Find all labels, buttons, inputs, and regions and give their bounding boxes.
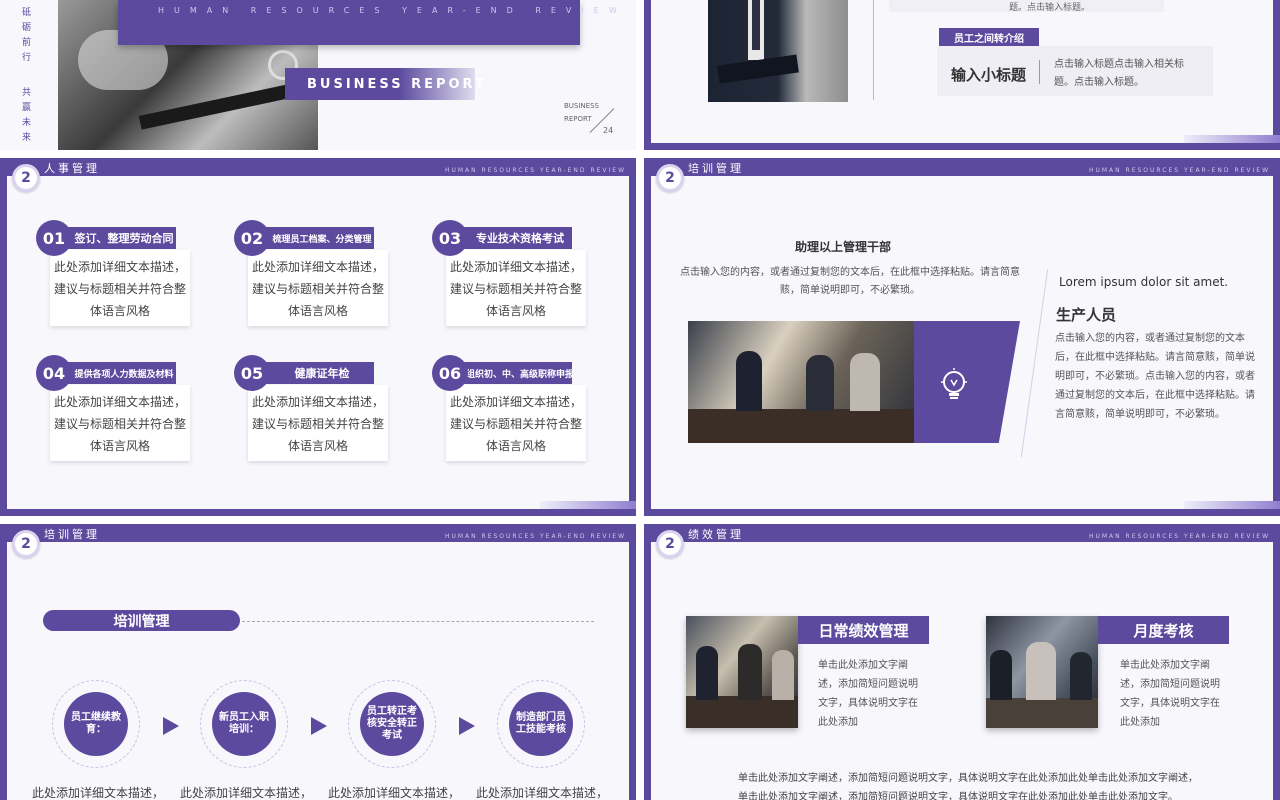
card1-photo — [686, 616, 798, 728]
subtitle-divider — [1039, 60, 1040, 84]
section-title: 人事管理 — [44, 162, 100, 175]
item-number: 02 — [234, 220, 270, 256]
business-report-label: BUSINESS REPORT — [307, 76, 487, 92]
card2-title: 月度考核 — [1098, 616, 1229, 644]
item-number: 06 — [432, 355, 468, 391]
section-number-badge: 2 — [656, 530, 684, 558]
item-label: 组织初、中、高级职称申报 — [454, 362, 572, 384]
section-subtitle: HUMAN RESOURCES YEAR-END REVIEW — [444, 167, 626, 174]
step-desc-4: 此处添加详细文本描述， — [476, 786, 609, 800]
item-text: 此处添加详细文本描述，建议与标题相关并符合整体语言风格 — [50, 250, 190, 326]
item-number: 03 — [432, 220, 468, 256]
slide-frame-left — [0, 524, 7, 800]
bottom-line-1: 单击此处添加文字阐述，添加简短问题说明文字，具体说明文字在此处添加此处单击此处添… — [738, 773, 1198, 784]
item-text: 此处添加详细文本描述，建议与标题相关并符合整体语言风格 — [248, 385, 388, 461]
item-number: 04 — [36, 355, 72, 391]
item-label: 签订、整理劳动合同 — [58, 227, 176, 249]
vertical-divider — [873, 0, 874, 100]
slide-referral[interactable]: 题。点击输入标题。 员工之间转介绍 输入小标题 点击输入标题点击输入相关标题。点… — [644, 0, 1280, 150]
corner-gradient — [1184, 135, 1280, 143]
right-desc: 点击输入您的内容，或者通过复制您的文本后，在此框中选择粘贴。请言简意赅，简单说明… — [1055, 333, 1255, 420]
step-desc-2: 此处添加详细文本描述， — [180, 786, 313, 800]
section-number-badge: 2 — [12, 164, 40, 192]
section-title: 绩效管理 — [688, 528, 744, 541]
step-label: 员工转正考核安全转正考试 — [360, 692, 424, 756]
step-circle-4: 制造部门员工技能考核 — [497, 680, 585, 768]
slide-frame-right — [629, 524, 636, 800]
item-text: 此处添加详细文本描述，建议与标题相关并符合整体语言风格 — [446, 250, 586, 326]
referral-tag: 员工之间转介绍 — [939, 28, 1039, 46]
slide-frame-right — [1273, 0, 1280, 150]
businessman-photo — [708, 0, 848, 102]
slide-performance[interactable]: 2 绩效管理 HUMAN RESOURCES YEAR-END REVIEW 日… — [644, 524, 1280, 800]
right-title: 生产人员 — [1056, 306, 1117, 324]
corner-label-2: REPORT — [564, 115, 592, 123]
vertical-slogan-1: 砥砺前行 — [22, 8, 32, 63]
card2-desc: 单击此处添加文字阐述，添加简短问题说明文字，具体说明文字在此处添加 — [1120, 660, 1220, 728]
item-number: 05 — [234, 355, 270, 391]
item-text: 此处添加详细文本描述，建议与标题相关并符合整体语言风格 — [50, 385, 190, 461]
business-report-banner: BUSINESS REPORT — [285, 68, 484, 100]
step-desc-1: 此处添加详细文本描述， — [32, 786, 165, 800]
card1-desc: 单击此处添加文字阐述，添加简短问题说明文字，具体说明文字在此处添加 — [818, 660, 918, 728]
lightbulb-icon — [936, 366, 972, 402]
slide-training-management[interactable]: 2 培训管理 HUMAN RESOURCES YEAR-END REVIEW 助… — [644, 158, 1280, 516]
slide-frame-left — [644, 524, 651, 800]
slide-frame — [644, 0, 651, 150]
arrow-right-icon — [163, 717, 179, 735]
arrow-right-icon — [459, 717, 475, 735]
left-title: 助理以上管理干部 — [794, 240, 891, 254]
header-subtitle: HUMAN RESOURCES YEAR-END REVIEW — [158, 6, 627, 15]
step-desc-3: 此处添加详细文本描述， — [328, 786, 461, 800]
step-label: 员工继续教育： — [64, 692, 128, 756]
item-text: 此处添加详细文本描述，建议与标题相关并符合整体语言风格 — [248, 250, 388, 326]
step-label: 新员工入职培训： — [212, 692, 276, 756]
section-title: 培训管理 — [688, 162, 744, 175]
section-subtitle: HUMAN RESOURCES YEAR-END REVIEW — [1088, 533, 1270, 540]
corner-gradient — [1184, 501, 1280, 509]
slide-training-steps[interactable]: 2 培训管理 HUMAN RESOURCES YEAR-END REVIEW 培… — [0, 524, 636, 800]
meeting-photo — [688, 321, 914, 443]
left-desc: 点击输入您的内容，或者通过复制您的文本后，在此框中选择粘贴。请言简意赅，简单说明… — [680, 267, 1020, 296]
item-label: 提供各项人力数据及材料 — [58, 362, 176, 384]
item-label: 专业技术资格考试 — [454, 227, 572, 249]
section-title: 培训管理 — [44, 528, 100, 541]
item-text: 此处添加详细文本描述，建议与标题相关并符合整体语言风格 — [446, 385, 586, 461]
header-band: HUMAN RESOURCES YEAR-END REVIEW — [118, 0, 617, 45]
section-subtitle: HUMAN RESOURCES YEAR-END REVIEW — [1088, 167, 1270, 174]
referral-desc: 点击输入标题点击输入相关标题。点击输入标题。 — [1054, 59, 1184, 88]
slide-frame-bottom — [644, 143, 1280, 150]
item-label: 健康证年检 — [256, 362, 374, 384]
slide-frame — [0, 158, 636, 516]
step-label: 制造部门员工技能考核 — [509, 692, 573, 756]
slide-frame-right — [1273, 524, 1280, 800]
section-number-badge: 2 — [12, 530, 40, 558]
corner-gradient — [540, 501, 636, 509]
referral-subtitle: 输入小标题 — [951, 66, 1027, 84]
bottom-line-2: 单击此处添加文字阐述，添加简短问题说明文字，具体说明文字在此处添加此处单击此处添… — [738, 792, 1178, 800]
step-circle-1: 员工继续教育： — [52, 680, 140, 768]
item-number: 01 — [36, 220, 72, 256]
section-subtitle: HUMAN RESOURCES YEAR-END REVIEW — [444, 533, 626, 540]
vertical-slogan-2: 共赢未来 — [22, 88, 32, 143]
item-label: 梳理员工档案、分类管理 — [256, 227, 374, 249]
slide-hr-management[interactable]: 2 人事管理 HUMAN RESOURCES YEAR-END REVIEW 0… — [0, 158, 636, 516]
training-pill: 培训管理 — [43, 610, 240, 631]
corner-number: 24 — [603, 126, 614, 135]
lorem-text: Lorem ipsum dolor sit amet. — [1059, 275, 1229, 289]
slide-cover[interactable]: 砥砺前行 共赢未来 HUMAN RESOURCES YEAR-END REVIE… — [0, 0, 636, 150]
card1-title: 日常绩效管理 — [798, 616, 929, 644]
card2-photo — [986, 616, 1098, 728]
section-number-badge: 2 — [656, 164, 684, 192]
top-text-box: 题。点击输入标题。 — [889, 0, 1164, 12]
step-circle-2: 新员工入职培训： — [200, 680, 288, 768]
corner-label-1: BUSINESS — [564, 102, 599, 110]
step-circle-3: 员工转正考核安全转正考试 — [348, 680, 436, 768]
pill-dashed-line — [242, 621, 594, 622]
arrow-right-icon — [311, 717, 327, 735]
